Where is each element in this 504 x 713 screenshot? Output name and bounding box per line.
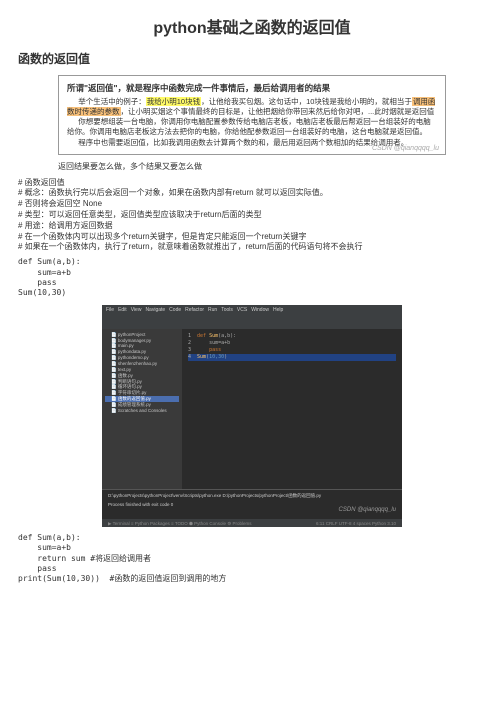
tree-item: 📄 Scratches and Consoles: [105, 408, 179, 414]
bullet-item: # 如果在一个函数体内，执行了return，就意味着函数就推出了，return后…: [18, 242, 486, 253]
csdn-watermark: CSDN @qianqqqq_lu: [339, 507, 396, 513]
bullet-item: # 否则将会返回空 None: [18, 199, 486, 210]
editor-line: 2 sum=a+b: [188, 340, 396, 347]
menu-item: Navigate: [145, 307, 165, 313]
menu-item: VCS: [237, 307, 247, 313]
explanation-box: 所谓"返回值"，就是程序中函数完成一件事情后，最后给调用者的结果 举个生活中的例…: [58, 75, 446, 155]
menu-item: Code: [169, 307, 181, 313]
code-block-1: def Sum(a,b): sum=a+b pass Sum(10,30): [18, 257, 486, 299]
ide-statusbar: ▶ Terminal ≡ Python Packages ≡ TODO ⬢ Py…: [102, 519, 402, 527]
menu-item: Refactor: [185, 307, 204, 313]
menu-item: Tools: [221, 307, 233, 313]
menu-item: Help: [273, 307, 283, 313]
menu-item: Run: [208, 307, 217, 313]
bullet-item: # 类型：可以返回任意类型，返回值类型应该取决于return后面的类型: [18, 210, 486, 221]
bullet-list: # 函数返回值# 概念：函数执行完以后会返回一个对象，如果在函数内部有retur…: [18, 178, 486, 254]
console-cmd: D:\pythonProjects\pythonProject\venv\Scr…: [108, 493, 396, 499]
page-title: python基础之函数的返回值: [18, 14, 486, 38]
menu-item: View: [131, 307, 142, 313]
bullet-item: # 概念：函数执行完以后会返回一个对象，如果在函数内部有return 就可以返回…: [18, 188, 486, 199]
ide-screenshot: File Edit ViewNavigate Code Refactor Run Tools…: [102, 305, 402, 527]
run-console: D:\pythonProjects\pythonProject\venv\Scr…: [102, 489, 402, 519]
project-tree: 📄 pythonProject📄 bodymanager.py📄 main.py…: [102, 329, 182, 489]
csdn-watermark: CSDN @qianqqqq_lu: [372, 145, 439, 152]
menu-item: File: [106, 307, 114, 313]
subtext: 返回结果要怎么做，多个结果又要怎么做: [58, 161, 486, 172]
box-title: 所谓"返回值"，就是程序中函数完成一件事情后，最后给调用者的结果: [67, 82, 437, 94]
bullet-item: # 在一个函数体内可以出现多个return关键字，但是肯定只能返回一个retur…: [18, 232, 486, 243]
highlight-yellow: 我给小明10块钱: [146, 97, 201, 106]
code-block-2: def Sum(a,b): sum=a+b return sum #将返回给调用…: [18, 533, 486, 585]
box-line: 举个生活中的例子：我给小明10块钱，让他给我买包烟。这句话中，10块钱是我给小明…: [67, 97, 437, 117]
ide-toolbar: [102, 315, 402, 329]
box-line: 你想要想组装一台电脑，你调用你电脑配置参数传给电脑店老板，电脑店老板最后帮返回一…: [67, 117, 437, 137]
menu-item: Window: [251, 307, 269, 313]
bullet-item: # 函数返回值: [18, 178, 486, 189]
editor-line: 4 Sum(10,30): [188, 354, 396, 361]
section-heading: 函数的返回值: [18, 50, 486, 67]
ide-menubar: File Edit ViewNavigate Code Refactor Run Tools…: [102, 305, 402, 315]
editor-line: 3 pass: [188, 347, 396, 354]
bullet-item: # 用途：给调用方返回数据: [18, 221, 486, 232]
code-editor: 1 def Sum(a,b):2 sum=a+b3 pass4 Sum(10,3…: [182, 329, 402, 489]
menu-item: Edit: [118, 307, 127, 313]
editor-line: 1 def Sum(a,b):: [188, 333, 396, 340]
